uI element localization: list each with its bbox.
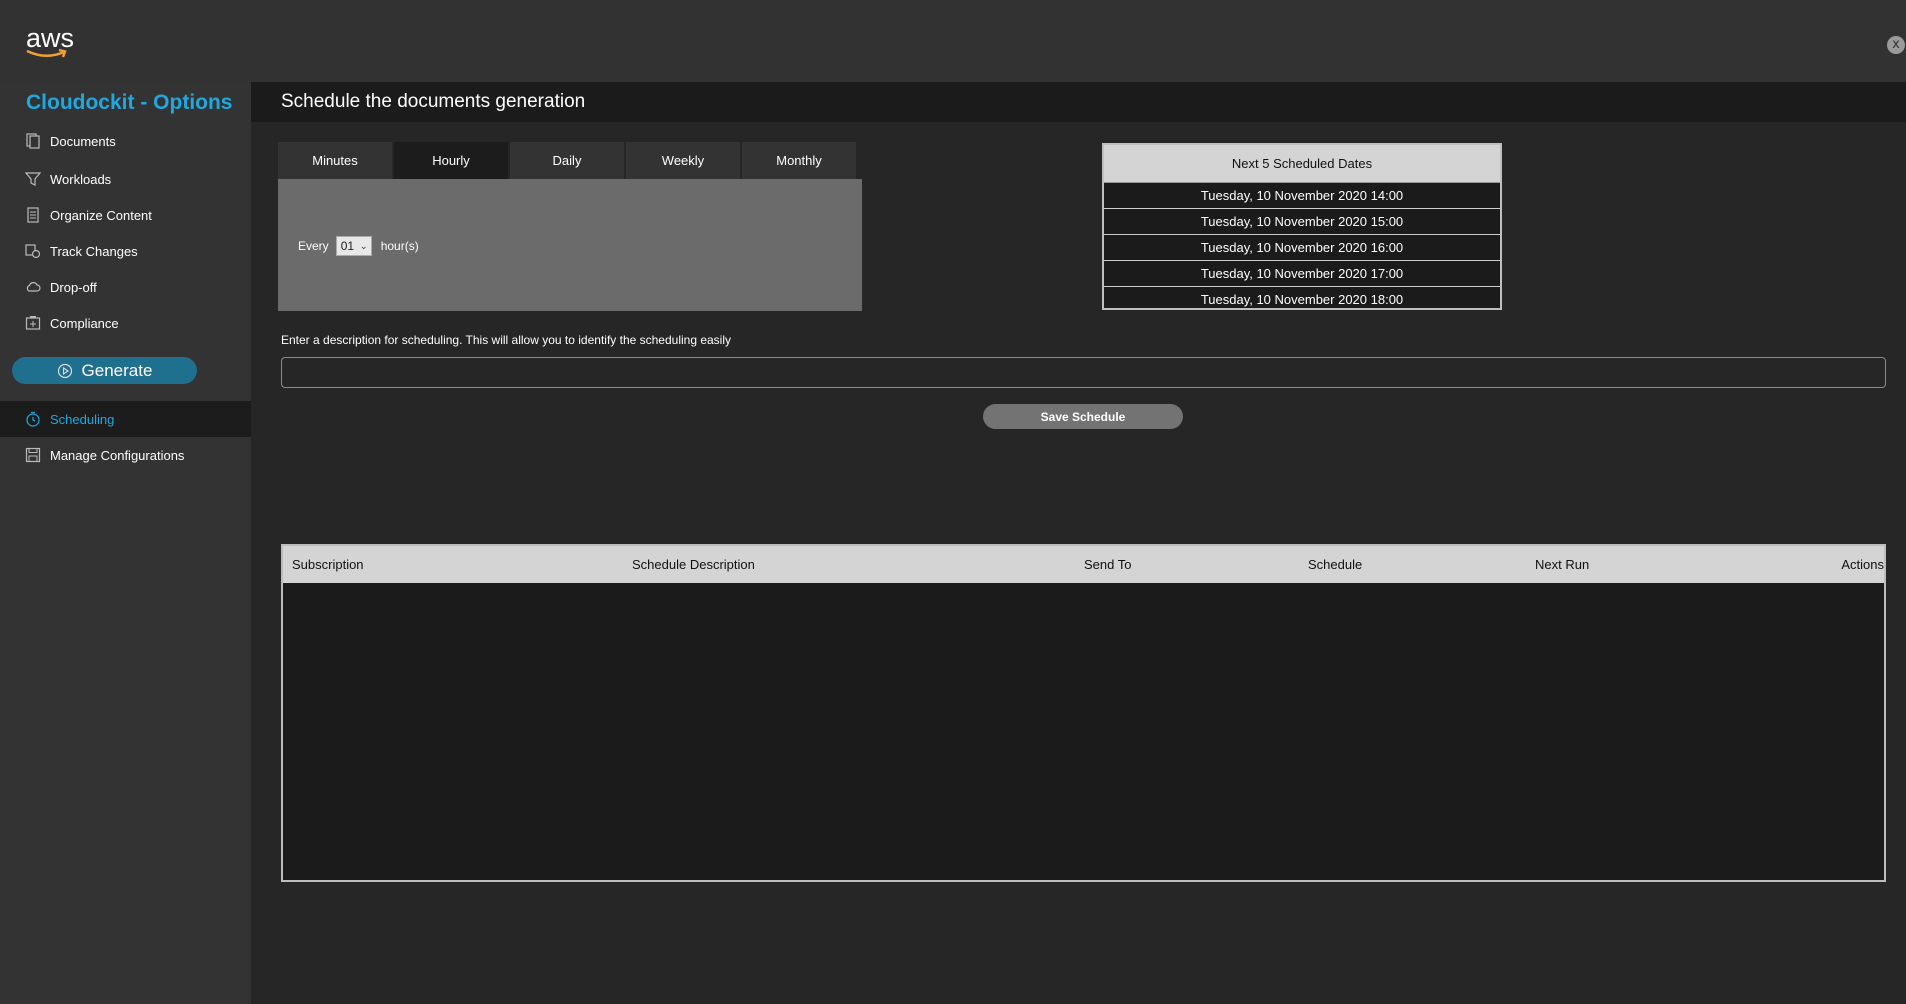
next-date-row: Tuesday, 10 November 2020 14:00	[1104, 183, 1500, 209]
cloud-icon	[26, 282, 41, 292]
tab-weekly[interactable]: Weekly	[626, 142, 740, 179]
description-label: Enter a description for scheduling. This…	[281, 333, 732, 347]
hours-select-value: 01	[340, 239, 355, 253]
next-date-row: Tuesday, 10 November 2020 15:00	[1104, 209, 1500, 235]
sidebar-item-label: Manage Configurations	[50, 447, 185, 463]
sidebar-item-track-changes[interactable]: Track Changes	[0, 233, 251, 269]
column-header-schedule-description[interactable]: Schedule Description	[632, 557, 755, 572]
subscriptions-table: Subscription Schedule Description Send T…	[281, 544, 1886, 882]
hours-select[interactable]: 01 ⌄	[335, 236, 372, 256]
page-title: Schedule the documents generation	[281, 91, 586, 112]
compliance-icon	[25, 316, 41, 330]
next-dates-header: Next 5 Scheduled Dates	[1104, 145, 1500, 183]
generate-label: Generate	[81, 360, 153, 380]
tab-daily[interactable]: Daily	[510, 142, 624, 179]
generate-button[interactable]: Generate	[12, 357, 197, 384]
column-header-next-run[interactable]: Next Run	[1535, 557, 1589, 572]
clock-icon	[26, 411, 40, 427]
close-button[interactable]: x	[1887, 36, 1905, 54]
save-schedule-button[interactable]: Save Schedule	[983, 404, 1183, 429]
page-header: Schedule the documents generation	[251, 82, 1906, 122]
column-header-send-to[interactable]: Send To	[1084, 557, 1131, 572]
next-date-row: Tuesday, 10 November 2020 16:00	[1104, 235, 1500, 261]
tab-hourly[interactable]: Hourly	[394, 142, 508, 179]
every-row: Every 01 ⌄ hour(s)	[298, 236, 419, 256]
sidebar-item-label: Drop-off	[50, 279, 97, 295]
sidebar-item-label: Track Changes	[50, 243, 138, 259]
hourly-panel: Every 01 ⌄ hour(s)	[278, 179, 862, 311]
chevron-down-icon: ⌄	[360, 240, 368, 251]
sidebar: Cloudockit - Options Documents Workloads…	[0, 82, 251, 1004]
organize-icon	[27, 207, 39, 223]
sidebar-item-workloads[interactable]: Workloads	[0, 161, 251, 197]
tab-monthly[interactable]: Monthly	[742, 142, 856, 179]
next-date-row: Tuesday, 10 November 2020 17:00	[1104, 261, 1500, 287]
documents-icon	[26, 133, 40, 149]
next-date-row: Tuesday, 10 November 2020 18:00	[1104, 287, 1500, 308]
column-header-schedule[interactable]: Schedule	[1308, 557, 1362, 572]
sidebar-item-label: Compliance	[50, 315, 119, 331]
schedule-tabs: Minutes Hourly Daily Weekly Monthly	[278, 142, 858, 179]
sidebar-item-organize-content[interactable]: Organize Content	[0, 197, 251, 233]
sidebar-item-compliance[interactable]: Compliance	[0, 305, 251, 341]
column-header-actions[interactable]: Actions	[1841, 557, 1884, 572]
sidebar-item-label: Organize Content	[50, 207, 152, 223]
app-title: Cloudockit - Options	[26, 91, 233, 114]
save-icon	[25, 447, 41, 463]
sidebar-item-manage-configurations[interactable]: Manage Configurations	[0, 437, 251, 473]
description-input[interactable]	[281, 357, 1886, 388]
sidebar-item-scheduling[interactable]: Scheduling	[0, 401, 251, 437]
every-label: Every	[298, 239, 329, 253]
sidebar-item-label: Workloads	[50, 171, 112, 187]
subscriptions-table-header: Subscription Schedule Description Send T…	[283, 546, 1884, 583]
column-header-subscription[interactable]: Subscription	[292, 557, 364, 572]
play-icon	[57, 363, 72, 378]
aws-logo-text: aws	[26, 23, 75, 53]
next-dates-table: Next 5 Scheduled Dates Tuesday, 10 Novem…	[1102, 143, 1502, 310]
tab-minutes[interactable]: Minutes	[278, 142, 392, 179]
sidebar-item-label: Scheduling	[50, 411, 115, 427]
sidebar-item-documents[interactable]: Documents	[0, 123, 251, 159]
hours-unit-label: hour(s)	[380, 239, 419, 253]
sidebar-item-drop-off[interactable]: Drop-off	[0, 269, 251, 305]
top-bar: aws x	[0, 0, 1906, 82]
track-changes-icon	[25, 244, 41, 259]
aws-smile-icon	[26, 48, 67, 58]
filter-icon	[25, 172, 41, 186]
sidebar-item-label: Documents	[50, 133, 116, 149]
aws-logo: aws	[26, 23, 78, 62]
